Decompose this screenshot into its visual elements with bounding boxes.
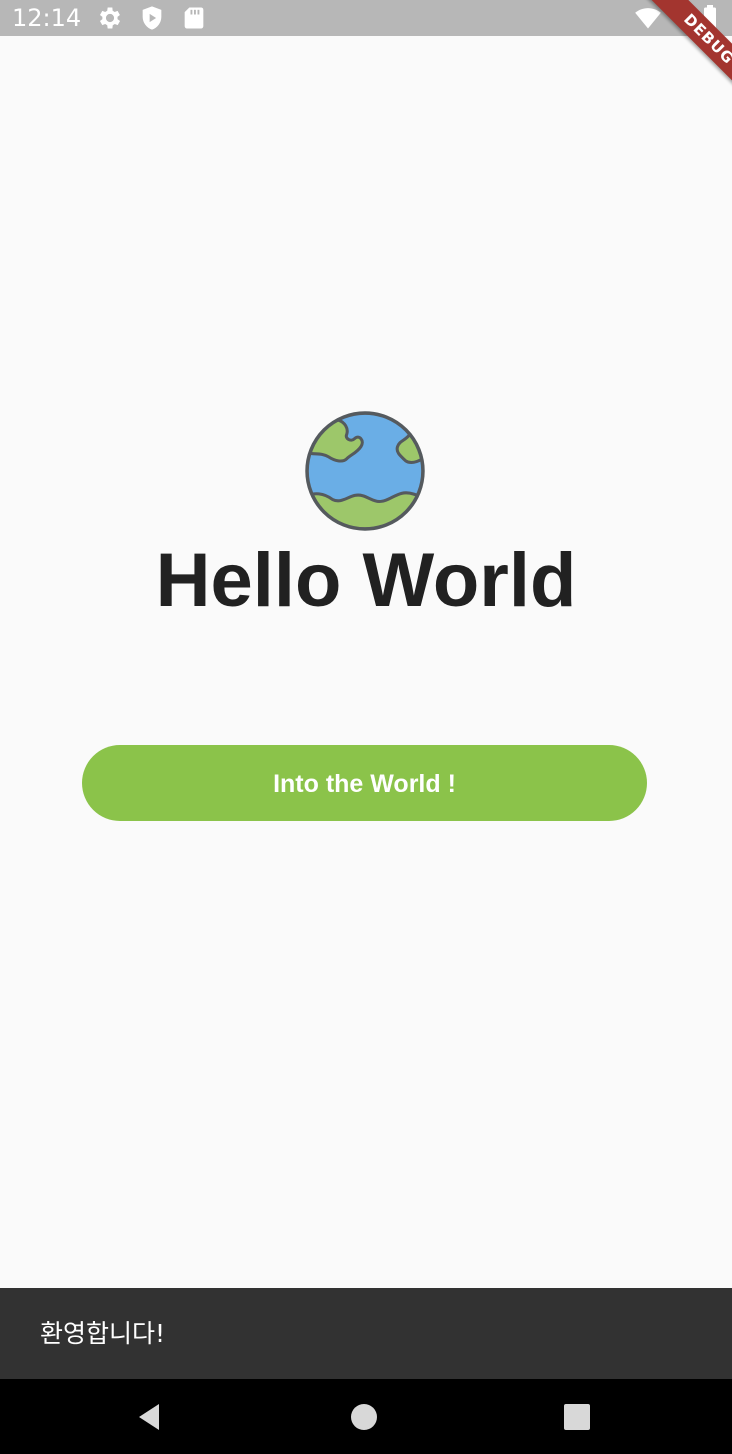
home-icon (351, 1403, 377, 1430)
globe-icon (304, 410, 426, 532)
recents-button[interactable] (547, 1379, 607, 1454)
debug-banner: DEBUG (622, 0, 732, 110)
back-button[interactable] (120, 1379, 180, 1454)
page-title: Hello World (155, 538, 577, 623)
snackbar-message: 환영합니다! (40, 1319, 166, 1348)
debug-banner-label: DEBUG (646, 0, 732, 102)
back-icon (139, 1403, 159, 1430)
shield-play-icon (138, 4, 166, 32)
recents-icon (564, 1403, 590, 1430)
into-the-world-button[interactable]: Into the World ! (82, 745, 647, 821)
gear-icon (96, 4, 124, 32)
navigation-bar (0, 1379, 732, 1454)
status-time: 12:14 (12, 4, 82, 32)
sd-card-icon (180, 4, 208, 32)
home-button[interactable] (334, 1379, 394, 1454)
snackbar: 환영합니다! (0, 1288, 732, 1379)
